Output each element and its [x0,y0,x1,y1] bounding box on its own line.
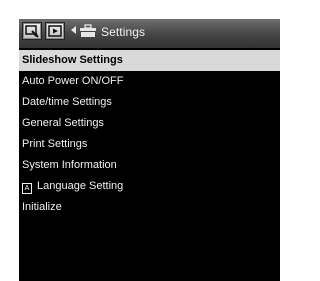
menu-item-label: Print Settings [22,138,88,150]
top-bar: Settings [19,19,280,48]
back-arrow-icon[interactable] [71,26,76,34]
menu-item-label: Slideshow Settings [22,54,123,66]
menu-item-label: Initialize [22,201,62,213]
page-title: Settings [101,25,146,39]
menu-item-label: General Settings [22,117,104,129]
toolbox-icon [80,24,96,37]
camera-screen: Settings Slideshow Settings Auto Power O… [19,19,280,281]
menu-item-label: Auto Power ON/OFF [22,75,124,87]
language-icon: A [22,183,32,194]
menu-item-general-settings[interactable]: General Settings [19,113,280,134]
menu-item-label: System Information [22,159,117,171]
settings-menu: Slideshow Settings Auto Power ON/OFF Dat… [19,50,280,218]
menu-item-label: Date/time Settings [22,96,112,108]
menu-item-system-information[interactable]: System Information [19,155,280,176]
menu-item-date-time-settings[interactable]: Date/time Settings [19,92,280,113]
menu-item-slideshow-settings[interactable]: Slideshow Settings [19,50,280,71]
menu-item-print-settings[interactable]: Print Settings [19,134,280,155]
menu-item-label: Language Setting [37,180,124,192]
menu-item-language-setting[interactable]: A Language Setting [19,176,280,197]
slideshow-play-icon[interactable] [45,22,65,40]
menu-item-initialize[interactable]: Initialize [19,197,280,218]
menu-item-auto-power[interactable]: Auto Power ON/OFF [19,71,280,92]
playback-settings-icon[interactable] [22,22,42,40]
